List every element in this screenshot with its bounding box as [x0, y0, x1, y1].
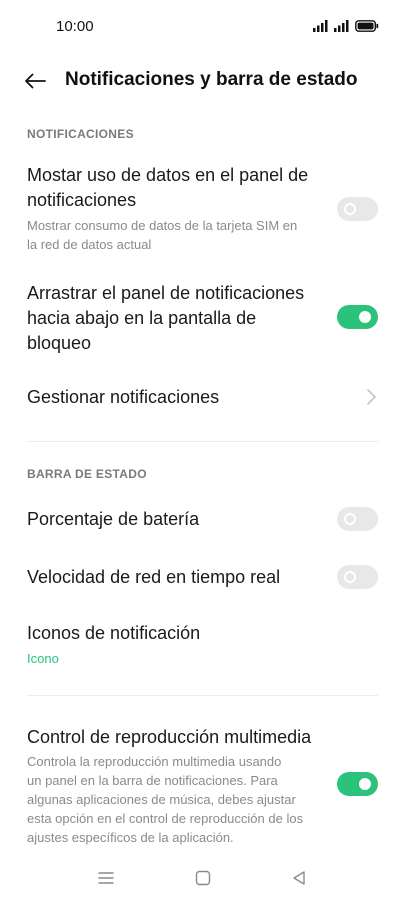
- divider: [27, 441, 378, 442]
- menu-icon: [98, 872, 114, 884]
- setting-description: esta opción en el control de reproducció…: [27, 811, 304, 826]
- nav-home-button[interactable]: [191, 866, 215, 890]
- nav-menu-button[interactable]: [94, 866, 118, 890]
- setting-row-network-speed[interactable]: Velocidad de red en tiempo real: [0, 562, 405, 592]
- setting-title: Velocidad de red en tiempo real: [27, 567, 281, 587]
- setting-row-media-control[interactable]: Control de reproducción multimedia Contr…: [0, 724, 405, 848]
- toggle-knob: [344, 203, 356, 215]
- setting-value: Icono: [27, 651, 59, 666]
- status-time: 10:00: [56, 18, 94, 35]
- setting-description: algunas aplicaciones de música, debes aj…: [27, 792, 296, 807]
- setting-title: Mostar uso de datos en el panel de: [27, 165, 309, 185]
- navigation-bar: [0, 860, 405, 896]
- setting-title: bloqueo: [27, 333, 92, 353]
- toggle-knob: [344, 513, 356, 525]
- network-speed-toggle[interactable]: [337, 565, 378, 589]
- data-usage-toggle[interactable]: [337, 197, 378, 221]
- status-icons: [313, 20, 379, 32]
- setting-description: la red de datos actual: [27, 237, 152, 252]
- back-button[interactable]: [20, 66, 50, 96]
- setting-description: ajustes específicos de la aplicación.: [27, 830, 234, 845]
- setting-description: un panel en la barra de notificaciones. …: [27, 773, 278, 788]
- setting-title: hacia abajo en la pantalla de: [27, 308, 257, 328]
- toggle-knob: [359, 778, 371, 790]
- setting-row-drag-panel[interactable]: Arrastrar el panel de notificaciones hac…: [0, 280, 405, 360]
- back-icon: [293, 871, 305, 885]
- toggle-knob: [344, 571, 356, 583]
- divider: [27, 695, 378, 696]
- arrow-left-icon: [25, 73, 46, 89]
- chevron-right-icon: [367, 389, 376, 405]
- setting-row-manage-notifications[interactable]: Gestionar notificaciones: [0, 382, 405, 412]
- nav-back-button[interactable]: [287, 866, 311, 890]
- setting-title: Iconos de notificación: [27, 623, 201, 643]
- status-bar: 10:00: [0, 0, 405, 54]
- home-icon: [195, 870, 211, 886]
- app-bar: Notificaciones y barra de estado: [0, 58, 405, 102]
- setting-row-data-usage[interactable]: Mostar uso de datos en el panel de notif…: [0, 162, 405, 258]
- setting-title: Control de reproducción multimedia: [27, 727, 312, 747]
- battery-percentage-toggle[interactable]: [337, 507, 378, 531]
- page-title: Notificaciones y barra de estado: [65, 69, 358, 90]
- setting-title: Arrastrar el panel de notificaciones: [27, 283, 305, 303]
- section-header-status-bar: BARRA DE ESTADO: [27, 467, 147, 481]
- setting-title: Gestionar notificaciones: [27, 387, 220, 407]
- setting-title: notificaciones: [27, 190, 137, 210]
- battery-icon: [355, 20, 379, 32]
- setting-row-notification-icons[interactable]: Iconos de notificación Icono: [0, 618, 405, 670]
- signal-icon: [313, 20, 328, 32]
- setting-description: Controla la reproducción multimedia usan…: [27, 754, 282, 769]
- media-control-toggle[interactable]: [337, 772, 378, 796]
- section-header-notifications: NOTIFICACIONES: [27, 127, 134, 141]
- setting-title: Porcentaje de batería: [27, 509, 200, 529]
- signal-icon: [334, 20, 349, 32]
- drag-panel-toggle[interactable]: [337, 305, 378, 329]
- toggle-knob: [359, 311, 371, 323]
- setting-description: Mostrar consumo de datos de la tarjeta S…: [27, 218, 298, 233]
- setting-row-battery-percentage[interactable]: Porcentaje de batería: [0, 504, 405, 534]
